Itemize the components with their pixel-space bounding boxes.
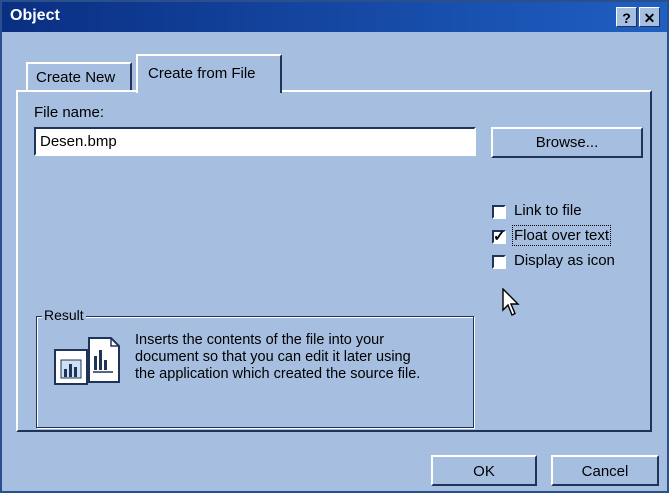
result-line: Inserts the contents of the file into yo… xyxy=(135,332,385,348)
close-button[interactable]: ✕ xyxy=(639,7,660,27)
title-bar[interactable]: Object ? ✕ xyxy=(2,2,667,32)
tab-label: Create from File xyxy=(148,65,256,82)
file-name-label: File name: xyxy=(34,104,105,121)
help-button[interactable]: ? xyxy=(616,7,637,27)
close-icon: ✕ xyxy=(643,10,656,26)
tab-label: Create New xyxy=(36,69,116,86)
result-line: the application which created the source… xyxy=(135,366,421,382)
display-as-icon-checkbox[interactable] xyxy=(492,255,506,269)
window-title: Object xyxy=(10,7,60,24)
tab-create-new[interactable]: Create New xyxy=(26,62,132,91)
float-over-text-label[interactable]: Float over text xyxy=(511,225,612,246)
link-to-file-checkbox[interactable] xyxy=(492,205,506,219)
help-icon: ? xyxy=(622,10,631,26)
result-label: Result xyxy=(42,307,86,323)
link-to-file-label[interactable]: Link to file xyxy=(514,202,582,219)
object-dialog: Object ? ✕ Create New Create from File F… xyxy=(0,0,669,493)
cancel-label: Cancel xyxy=(581,463,629,480)
file-name-input[interactable]: Desen.bmp xyxy=(34,127,476,156)
cancel-button[interactable]: Cancel xyxy=(551,455,659,486)
mouse-pointer-icon xyxy=(502,288,520,316)
document-icon xyxy=(54,337,120,385)
result-description: Inserts the contents of the file into yo… xyxy=(135,332,465,383)
ok-button[interactable]: OK xyxy=(431,455,537,486)
result-line: document so that you can edit it later u… xyxy=(135,349,411,365)
display-as-icon-label[interactable]: Display as icon xyxy=(514,252,615,269)
checkmark-icon: ✓ xyxy=(493,228,506,245)
tab-create-from-file[interactable]: Create from File xyxy=(136,54,282,93)
ok-label: OK xyxy=(473,463,495,480)
browse-button[interactable]: Browse... xyxy=(491,127,643,158)
browse-label: Browse... xyxy=(535,134,599,151)
float-over-text-checkbox[interactable]: ✓ xyxy=(492,228,506,245)
